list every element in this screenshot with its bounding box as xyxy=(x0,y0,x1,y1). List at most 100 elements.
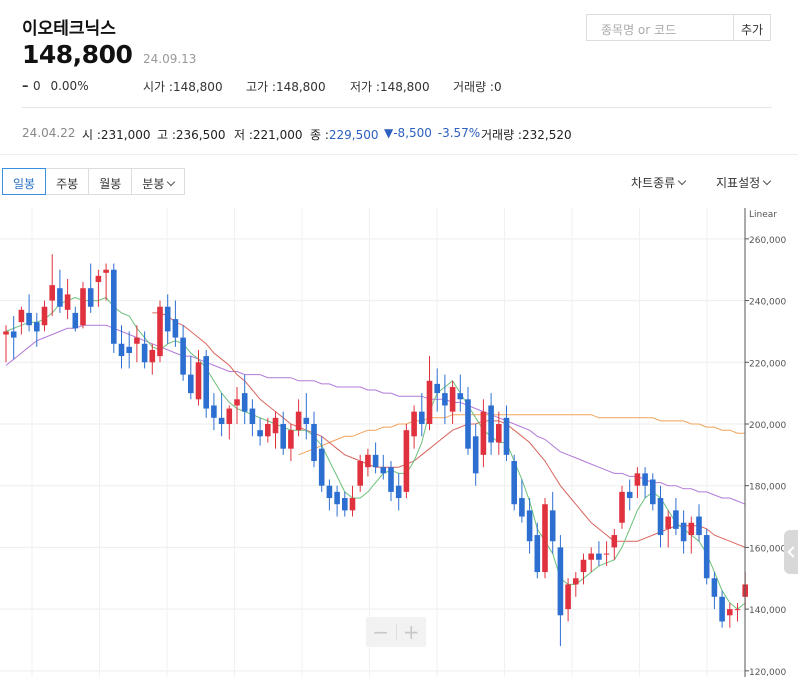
candle-body xyxy=(372,454,379,468)
tab-daily[interactable]: 일봉 xyxy=(2,168,47,195)
candle xyxy=(172,300,179,347)
candle xyxy=(703,528,710,585)
candle-body xyxy=(711,578,718,597)
candle-body xyxy=(272,417,279,434)
candle-body xyxy=(688,522,695,536)
hover-low: 저 :221,000 xyxy=(234,126,303,143)
candle xyxy=(334,485,340,517)
hover-change-value: ▼-8,500 xyxy=(384,126,432,140)
candle-body xyxy=(503,417,510,455)
candle xyxy=(234,386,240,424)
candle xyxy=(311,411,317,468)
candle xyxy=(249,399,256,437)
candle-body xyxy=(419,411,425,424)
candle xyxy=(41,300,48,332)
chart-type-menu[interactable]: 차트종류 xyxy=(631,174,687,191)
candle xyxy=(688,516,695,554)
open-label: 시가 : xyxy=(143,80,173,94)
candle-body xyxy=(349,498,356,511)
candle-body xyxy=(149,349,156,363)
candle xyxy=(719,590,725,628)
candle-body xyxy=(719,596,725,622)
indicator-menu[interactable]: 지표설정 xyxy=(716,174,772,191)
high-label: 고가 : xyxy=(246,80,276,94)
candle xyxy=(149,343,156,375)
candle xyxy=(211,393,217,431)
candle-body xyxy=(696,516,702,536)
candle-body xyxy=(257,430,263,437)
scale-label: Linear xyxy=(749,210,777,220)
tab-weekly[interactable]: 주봉 xyxy=(46,169,90,194)
candle-body xyxy=(634,473,641,486)
hover-volume-value: 232,520 xyxy=(521,128,572,142)
candle-body xyxy=(326,485,333,499)
candle-body xyxy=(234,399,240,406)
candle-body xyxy=(203,356,209,409)
hover-high: 고 :236,500 xyxy=(157,126,226,143)
candle xyxy=(542,498,548,579)
candle xyxy=(549,491,556,554)
candle xyxy=(103,263,109,301)
hover-open-value: 231,000 xyxy=(100,128,151,142)
chevron-down-icon xyxy=(677,176,687,186)
candle xyxy=(72,306,79,332)
candle-body xyxy=(34,322,40,332)
price-change-pct: 0.00% xyxy=(50,79,89,93)
candle-body xyxy=(703,535,710,579)
candle-body xyxy=(226,408,233,424)
candle-body xyxy=(727,609,733,616)
candle-body xyxy=(588,553,594,560)
candle-body xyxy=(57,288,63,307)
candle xyxy=(557,535,564,647)
candle xyxy=(295,399,302,437)
candlestick-chart[interactable]: 120,000 140,000 160,000 180,000 200,000 220,0… xyxy=(0,200,798,677)
hover-high-value: 236,500 xyxy=(175,128,226,142)
candle xyxy=(472,423,479,486)
candle xyxy=(457,374,464,412)
zoom-out-button[interactable]: − xyxy=(366,617,396,647)
zoom-in-button[interactable]: + xyxy=(397,617,427,647)
candle xyxy=(126,331,132,369)
candle xyxy=(488,393,494,455)
hover-volume: 거래량 :232,520 xyxy=(481,126,572,143)
candle xyxy=(49,254,55,316)
side-panel-toggle[interactable] xyxy=(784,530,798,574)
candle xyxy=(164,294,171,344)
candle-body xyxy=(265,423,271,437)
candle xyxy=(342,491,348,517)
candle xyxy=(80,282,86,329)
candle-body xyxy=(395,485,402,499)
tab-minute[interactable]: 분봉 xyxy=(132,169,184,194)
candle-body xyxy=(657,498,664,536)
zoom-control: − + xyxy=(366,617,426,647)
candle-body xyxy=(434,383,440,394)
change-flat-icon: – xyxy=(22,79,29,94)
candle xyxy=(272,411,279,449)
candle-body xyxy=(619,491,625,523)
high-price: 고가 :148,800 xyxy=(246,78,326,95)
candle-body xyxy=(134,337,140,344)
volume-value: 0 xyxy=(493,80,502,94)
candle xyxy=(95,269,102,307)
candle-body xyxy=(118,343,125,357)
current-price: 148,800 xyxy=(22,40,133,69)
add-button[interactable]: 추가 xyxy=(733,14,771,41)
hover-volume-label: 거래량 : xyxy=(481,128,522,142)
candle-body xyxy=(480,411,487,455)
candle-body xyxy=(80,288,86,326)
high-value: 148,800 xyxy=(275,80,326,94)
tab-monthly[interactable]: 월봉 xyxy=(89,169,133,194)
candle xyxy=(480,399,487,468)
candle-body xyxy=(573,578,579,585)
candle xyxy=(403,423,410,499)
candle xyxy=(218,393,225,437)
candle xyxy=(534,522,541,579)
candle-body xyxy=(211,405,217,418)
candle-body xyxy=(673,510,679,529)
candle xyxy=(57,269,63,313)
candle-body xyxy=(157,306,163,357)
stock-search-input[interactable]: 종목명 or 코드 xyxy=(586,14,734,41)
y-tick-label: 180,000 xyxy=(749,483,786,493)
candle-body xyxy=(164,306,171,332)
y-axis: 120,000 140,000 160,000 180,000 200,000 220,0… xyxy=(745,236,786,677)
